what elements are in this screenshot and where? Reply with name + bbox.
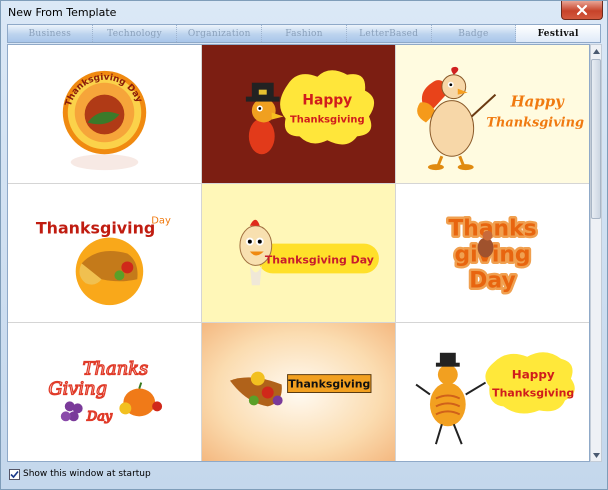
scroll-down-button[interactable] [591, 449, 601, 461]
template-happy-thanksgiving-dance[interactable]: Happy Thanksgiving [396, 323, 589, 461]
tab-badge[interactable]: Badge [432, 25, 517, 42]
template-text-primary: Happy [302, 93, 352, 109]
template-thanksgiving-banner[interactable]: Thanksgiving [202, 323, 396, 461]
template-thumbnail: Thanks Giving Day [48, 358, 163, 425]
template-thumbnail: Thanksgiving Day [36, 216, 171, 306]
scroll-thumb[interactable] [591, 59, 601, 219]
title-bar: New From Template [1, 1, 607, 23]
window-title: New From Template [8, 6, 117, 19]
template-thumbnail: Thanksgiving [229, 371, 372, 407]
chevron-up-icon [592, 48, 600, 54]
template-thanks-giving-day-harvest[interactable]: Thanks Giving Day [8, 323, 202, 461]
show-at-startup-label[interactable]: Show this window at startup [23, 469, 151, 479]
template-happy-thanksgiving-red[interactable]: Happy Thanksgiving [202, 45, 396, 184]
new-from-template-window: New From Template Business Technology Or… [0, 0, 608, 490]
template-text-primary: Thanksgiving [36, 219, 155, 238]
template-text-secondary: Day [151, 216, 171, 227]
template-thumbnail: Thanks giving Day [446, 214, 539, 296]
template-text-secondary: Thanksgiving [290, 114, 365, 125]
vertical-scrollbar[interactable] [590, 44, 602, 462]
template-text-primary: Thanksgiving [288, 378, 370, 391]
template-text-tertiary: Day [469, 268, 515, 293]
tab-technology[interactable]: Technology [93, 25, 178, 42]
tab-fashion[interactable]: Fashion [262, 25, 347, 42]
template-thumbnail: Happy Thanksgiving [417, 66, 584, 171]
tab-organization[interactable]: Organization [177, 25, 263, 42]
template-text-primary: Happy [510, 93, 565, 111]
template-text-primary: Thanks [83, 359, 149, 380]
template-thumbnail: Happy Thanksgiving [245, 70, 375, 155]
template-thumbnail: Thanksgiving Day [62, 70, 147, 171]
tab-letterbased[interactable]: LetterBased [347, 25, 432, 42]
template-text-secondary: Giving [48, 378, 107, 399]
template-text-primary: Thanksgiving Day [265, 253, 374, 266]
checkmark-icon [10, 470, 19, 478]
template-text-tertiary: Day [86, 409, 113, 424]
scroll-up-button[interactable] [591, 45, 601, 57]
tab-festival[interactable]: Festival [516, 25, 601, 42]
template-thumbnail: Thanksgiving Day [239, 219, 379, 286]
template-gallery: Thanksgiving Day Happy Thanksgiving Happ… [7, 44, 590, 462]
template-thanksgiving-day-chick[interactable]: Thanksgiving Day [202, 184, 396, 323]
tab-business[interactable]: Business [8, 25, 93, 42]
template-text-secondary: Thanksgiving [486, 115, 584, 130]
category-tab-bar: Business Technology Organization Fashion… [7, 24, 601, 43]
startup-option: Show this window at startup [9, 467, 151, 481]
template-thanksgiving-day-cornucopia[interactable]: Thanksgiving Day [8, 184, 202, 323]
template-text-primary: Happy [512, 368, 555, 382]
close-icon [576, 4, 588, 16]
template-happy-thanksgiving-cream[interactable]: Happy Thanksgiving [396, 45, 589, 184]
template-thumbnail: Happy Thanksgiving [415, 352, 575, 445]
close-button[interactable] [561, 1, 603, 20]
show-at-startup-checkbox[interactable] [9, 468, 20, 480]
template-text-primary: Thanks [448, 217, 536, 242]
template-thanks-giving-day-block[interactable]: Thanks giving Day [396, 184, 589, 323]
chevron-down-icon [592, 452, 600, 458]
template-thanksgiving-day-badge[interactable]: Thanksgiving Day [8, 45, 202, 184]
template-text-secondary: Thanksgiving [492, 386, 574, 399]
